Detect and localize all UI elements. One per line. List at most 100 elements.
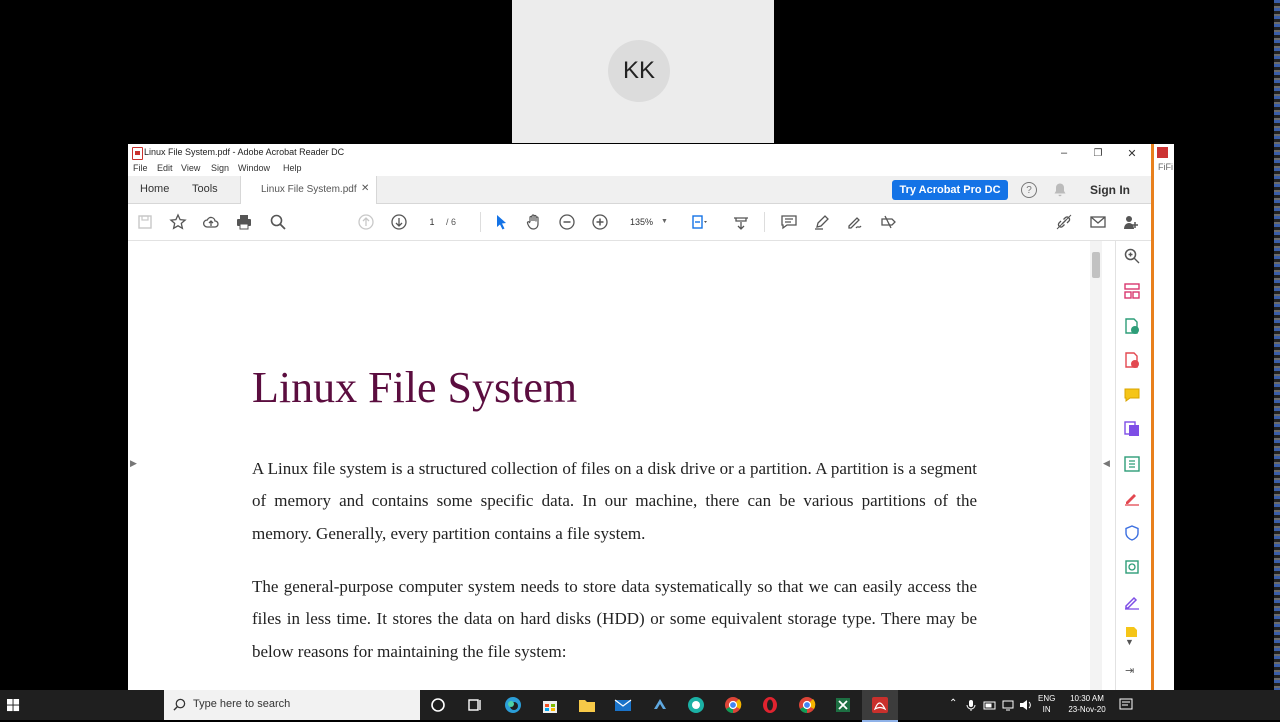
previous-page-icon[interactable] — [355, 211, 377, 233]
scrollbar-thumb[interactable] — [1092, 252, 1100, 278]
upload-cloud-icon[interactable] — [200, 211, 222, 233]
hand-tool-icon[interactable] — [523, 211, 545, 233]
tab-document[interactable]: Linux File System.pdf ✕ — [240, 176, 377, 204]
file-explorer-icon[interactable] — [577, 695, 597, 715]
help-icon[interactable]: ? — [1021, 182, 1037, 198]
document-paragraph: A Linux file system is a structured coll… — [252, 459, 977, 543]
network-icon[interactable] — [1002, 699, 1016, 711]
comment-icon[interactable] — [778, 211, 800, 233]
zoom-in-icon[interactable] — [589, 211, 611, 233]
mail-icon[interactable] — [613, 695, 633, 715]
acrobat-app-icon — [132, 147, 143, 160]
background-window-title: FiFi — [1158, 162, 1173, 172]
microphone-icon[interactable] — [965, 699, 977, 711]
clock-date: 23-Nov-20 — [1068, 705, 1106, 714]
minimize-button[interactable]: – — [1047, 144, 1081, 162]
taskbar-acrobat-active[interactable] — [862, 690, 898, 722]
cortana-icon[interactable] — [428, 695, 448, 715]
excel-icon[interactable] — [833, 695, 853, 715]
print-icon[interactable] — [233, 211, 255, 233]
export-pdf-icon[interactable] — [1123, 317, 1141, 335]
taskbar-search-input[interactable]: Type here to search — [164, 690, 420, 720]
zoom-out-icon[interactable] — [556, 211, 578, 233]
collapse-tools-pane-icon[interactable]: ⇥ — [1125, 664, 1134, 677]
sign-in-link[interactable]: Sign In — [1090, 183, 1130, 197]
participant-avatar: KK — [608, 40, 670, 102]
toolbar-divider — [764, 212, 765, 232]
search-icon — [173, 698, 186, 711]
scan-enhance-icon[interactable] — [1123, 558, 1141, 576]
menu-sign[interactable]: Sign — [211, 163, 229, 173]
bookmark-star-icon[interactable] — [167, 211, 189, 233]
page-number-input[interactable]: 1 — [421, 213, 443, 231]
menu-help[interactable]: Help — [283, 163, 302, 173]
highlight-pen-icon[interactable] — [811, 211, 833, 233]
menu-window[interactable]: Window — [238, 163, 270, 173]
main-toolbar: 1 / 6 135% ▼ — [128, 204, 1151, 241]
microsoft-store-icon[interactable] — [540, 695, 560, 715]
app-icon-blue[interactable] — [650, 695, 670, 715]
tab-tools[interactable]: Tools — [192, 183, 218, 195]
close-window-button[interactable]: ✕ — [1115, 144, 1149, 162]
edge-browser-icon[interactable] — [503, 695, 523, 715]
zoom-level-select[interactable]: 135% ▼ — [625, 213, 671, 231]
toolbar-divider — [480, 212, 481, 232]
window-title: Linux File System.pdf - Adobe Acrobat Re… — [144, 147, 345, 157]
scroll-mode-icon[interactable] — [730, 211, 752, 233]
background-window-edge — [1274, 0, 1280, 690]
vertical-scrollbar[interactable] — [1090, 241, 1102, 690]
acrobat-window: Linux File System.pdf - Adobe Acrobat Re… — [128, 144, 1165, 690]
battery-icon[interactable] — [983, 699, 997, 711]
page-total: / 6 — [446, 217, 457, 227]
save-icon[interactable] — [134, 211, 156, 233]
menu-file[interactable]: File — [133, 163, 148, 173]
action-center-icon[interactable] — [1119, 698, 1133, 712]
fit-page-icon[interactable] — [688, 211, 710, 233]
app-icon-teal[interactable] — [686, 695, 706, 715]
next-page-icon[interactable] — [388, 211, 410, 233]
right-pane-collapse-icon[interactable]: ◀ — [1103, 458, 1110, 469]
clock-time: 10:30 AM — [1070, 694, 1104, 703]
compress-pdf-icon[interactable] — [1123, 455, 1141, 473]
create-pdf-icon[interactable] — [1123, 351, 1141, 369]
close-tab-icon[interactable]: ✕ — [361, 183, 369, 194]
protect-shield-icon[interactable] — [1123, 524, 1141, 542]
menu-bar: File Edit View Sign Window Help — [128, 162, 1151, 176]
combine-files-icon[interactable] — [1123, 420, 1141, 438]
notifications-bell-icon[interactable] — [1052, 182, 1068, 198]
add-user-share-icon[interactable] — [1120, 211, 1142, 233]
task-view-icon[interactable] — [465, 695, 485, 715]
menu-view[interactable]: View — [181, 163, 200, 173]
language-indicator[interactable]: ENG IN — [1038, 693, 1055, 715]
document-title: Linux File System — [252, 363, 578, 412]
email-icon[interactable] — [1087, 211, 1109, 233]
acrobat-app-icon — [1157, 147, 1168, 158]
edit-pen-icon[interactable] — [1123, 593, 1141, 611]
volume-icon[interactable] — [1019, 699, 1033, 711]
select-cursor-icon[interactable] — [490, 211, 512, 233]
fill-sign-icon[interactable] — [844, 211, 866, 233]
find-search-icon[interactable] — [267, 211, 289, 233]
more-tools-icon[interactable] — [1123, 625, 1141, 637]
show-hidden-icons-icon[interactable]: ⌃ — [949, 698, 957, 709]
background-acrobat-window[interactable]: FiFi — [1152, 144, 1174, 690]
redact-tools-icon[interactable] — [877, 211, 899, 233]
zoom-level-value: 135% — [630, 217, 654, 227]
comment-tool-icon[interactable] — [1123, 386, 1141, 404]
tab-home[interactable]: Home — [140, 183, 169, 195]
document-paragraph: The general-purpose computer system need… — [252, 577, 977, 661]
tools-scroll-down-icon[interactable]: ▼ — [1125, 637, 1134, 647]
search-zoom-icon[interactable] — [1123, 247, 1141, 265]
clock[interactable]: 10:30 AM 23-Nov-20 — [1065, 693, 1109, 715]
fill-and-sign-icon[interactable] — [1123, 489, 1141, 507]
left-pane-expand-icon[interactable]: ▶ — [130, 458, 137, 469]
organize-pages-icon[interactable] — [1123, 282, 1141, 300]
opera-icon[interactable] — [760, 695, 780, 715]
start-windows-icon[interactable] — [0, 690, 26, 720]
chrome-icon[interactable] — [723, 695, 743, 715]
restore-button[interactable]: ❐ — [1081, 144, 1115, 162]
try-acrobat-pro-button[interactable]: Try Acrobat Pro DC — [892, 180, 1008, 200]
menu-edit[interactable]: Edit — [157, 163, 173, 173]
chrome-profile-icon[interactable] — [797, 695, 817, 715]
share-link-icon[interactable] — [1053, 211, 1075, 233]
